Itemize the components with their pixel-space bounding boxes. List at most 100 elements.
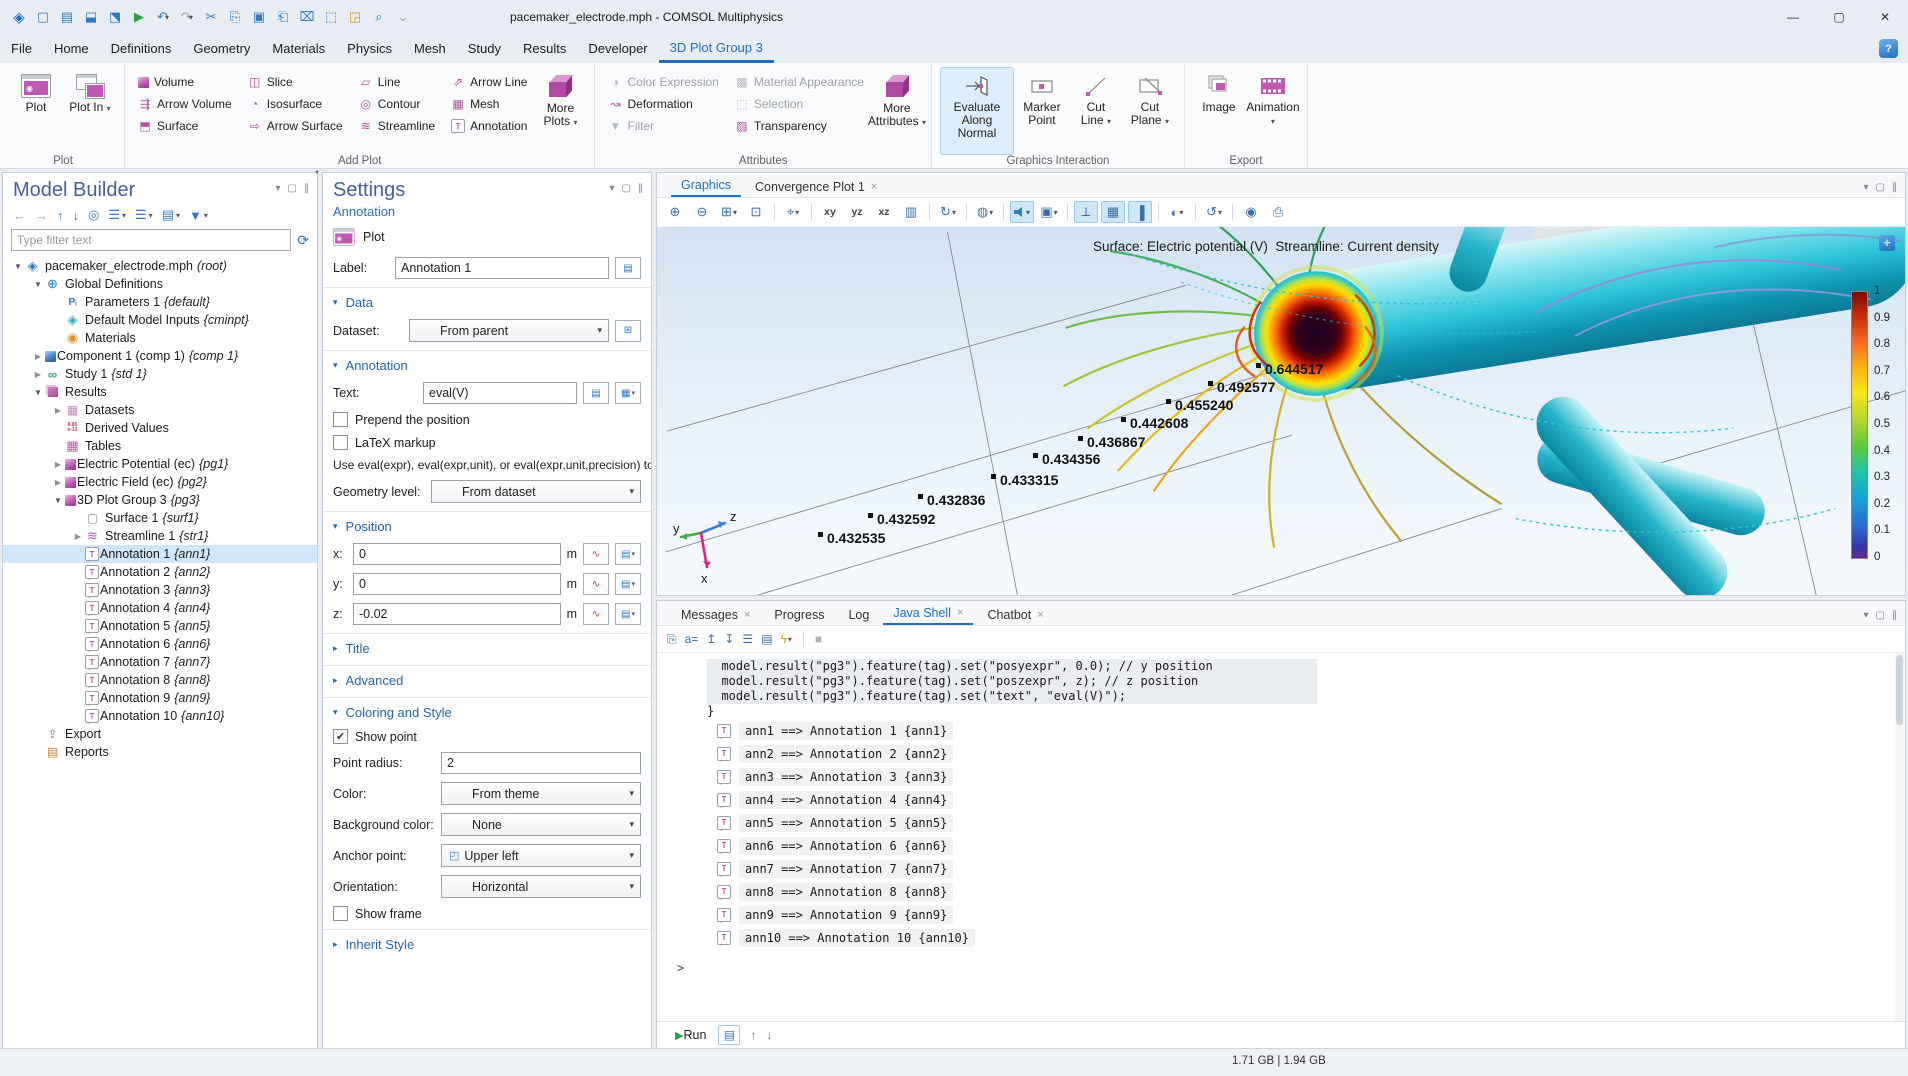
comsol-logo-icon[interactable]: ◈ [8, 5, 30, 29]
show-color-legend-button[interactable]: ▐ [1128, 201, 1152, 223]
deformation-button[interactable]: ↝Deformation [603, 93, 723, 115]
tree-filter-input[interactable] [11, 229, 291, 251]
tree-item-derived-values[interactable]: Derived Values [3, 419, 317, 437]
text-menu-button[interactable]: ▦▾ [615, 382, 641, 404]
console-tab-chatbot[interactable]: Chatbot× [977, 605, 1053, 625]
dataset-edit-button[interactable]: ⊞ [615, 320, 641, 342]
rotate-view-button[interactable]: ↻▾ [936, 201, 960, 223]
menu-physics[interactable]: Physics [336, 34, 403, 63]
y-range-button[interactable]: ∿ [583, 573, 609, 595]
evaluate-along-normal-button[interactable]: Evaluate Along Normal [940, 67, 1014, 155]
expand-icon[interactable]: ▶ [51, 478, 65, 487]
menu-home[interactable]: Home [43, 34, 100, 63]
show-grid-button[interactable]: ▦ [1101, 201, 1125, 223]
arrow-surface-button[interactable]: ⇨Arrow Surface [243, 115, 348, 137]
tree-item-default-model-inputs[interactable]: Default Model Inputs{cminpt} [3, 311, 317, 329]
volume-button[interactable]: Volume [133, 71, 237, 93]
collapse-icon[interactable]: ▼ [51, 496, 65, 505]
section-advanced[interactable]: ▸Advanced [323, 665, 651, 693]
go-forward-icon[interactable]: → [35, 208, 48, 223]
java-shell-console[interactable]: model.result("pg3").feature(tag).set("po… [657, 653, 1905, 1021]
qat-overflow-icon[interactable]: ⌄ [392, 5, 414, 29]
tree-item-annotation-2[interactable]: Annotation 2{ann2} [3, 563, 317, 581]
show-assignments-icon[interactable]: a= [685, 632, 699, 646]
x-input[interactable] [353, 543, 561, 565]
close-icon[interactable]: × [957, 607, 963, 619]
mesh-button[interactable]: ▦Mesh [446, 93, 532, 115]
console-tab-java-shell[interactable]: Java Shell× [883, 603, 973, 625]
go-to-xy-view-button[interactable]: xy [818, 201, 842, 223]
plot-button[interactable]: ◉ Plot [10, 67, 62, 155]
refresh-icon[interactable]: ⟳ [297, 232, 309, 249]
expand-icon[interactable]: ▶ [71, 532, 85, 541]
section-data[interactable]: ▾Data [323, 287, 651, 315]
tree-item-component-1-comp-1[interactable]: ▶Component 1 (comp 1){comp 1} [3, 347, 317, 365]
run-script-icon[interactable]: ϟ▾ [781, 632, 792, 646]
section-coloring-and-style[interactable]: ▾Coloring and Style [323, 697, 651, 725]
copy-output-icon[interactable]: ⎘ [667, 632, 677, 647]
menu-geometry[interactable]: Geometry [182, 34, 261, 63]
expand-icon[interactable]: ▶ [31, 370, 45, 379]
cut-icon[interactable]: ✂ [200, 5, 222, 29]
tree-item-annotation-4[interactable]: Annotation 4{ann4} [3, 599, 317, 617]
tree-item-annotation-1[interactable]: Annotation 1{ann1} [3, 545, 317, 563]
run-button[interactable]: ▶ Run [675, 1028, 706, 1042]
z-input[interactable] [353, 603, 561, 625]
save-icon[interactable]: ⬓ [80, 5, 102, 29]
tree-item-global-definitions[interactable]: ▼Global Definitions [3, 275, 317, 293]
line-button[interactable]: ▱Line [354, 71, 440, 93]
go-back-icon[interactable]: ← [13, 208, 26, 223]
tree-item-study-1[interactable]: ▶Study 1{std 1} [3, 365, 317, 383]
arrow-volume-button[interactable]: ⇶Arrow Volume [133, 93, 237, 115]
transparency-button[interactable]: ▨Transparency [730, 115, 869, 137]
select-box-icon[interactable]: ⬚ [320, 5, 342, 29]
scroll-to-top-icon[interactable]: ↥ [706, 632, 716, 646]
tree-item-annotation-5[interactable]: Annotation 5{ann5} [3, 617, 317, 635]
command-prompt-button[interactable]: ▤ [718, 1025, 740, 1045]
tree-item-annotation-9[interactable]: Annotation 9{ann9} [3, 689, 317, 707]
sound-button[interactable]: ▾ [1010, 201, 1034, 223]
slice-button[interactable]: ◫Slice [243, 71, 348, 93]
graphics-tab-graphics[interactable]: Graphics [671, 175, 741, 197]
rename-button[interactable]: ▤ [615, 257, 641, 279]
panel-menu-icon[interactable]: ▾ [1864, 182, 1869, 193]
section-title[interactable]: ▸Title [323, 633, 651, 661]
go-to-default-view-button[interactable]: ⌖▾ [781, 201, 805, 223]
more-attributes-button[interactable]: More Attributes ▾ [871, 67, 923, 155]
streamline-button[interactable]: ≋Streamline [354, 115, 440, 137]
go-to-xz-view-button[interactable]: xz [872, 201, 896, 223]
go-to-yz-view-button[interactable]: yz [845, 201, 869, 223]
stop-icon[interactable]: ■ [815, 632, 822, 646]
pin-panel-icon[interactable]: ∥ [638, 183, 643, 194]
menu-results[interactable]: Results [512, 34, 577, 63]
marker-point-button[interactable]: Marker Point [1016, 67, 1068, 155]
zoom-select-icon[interactable]: ◲ [344, 5, 366, 29]
expand-all-icon[interactable]: ☰▾ [135, 207, 153, 223]
tree-item-annotation-6[interactable]: Annotation 6{ann6} [3, 635, 317, 653]
save-as-icon[interactable]: ⬔ [104, 5, 126, 29]
view-camera-button[interactable]: ▥ [899, 201, 923, 223]
collapse-icon[interactable]: ▼ [31, 388, 45, 397]
shell-prompt[interactable]: > [677, 961, 1905, 975]
dataset-dropdown[interactable]: From parent [409, 319, 609, 342]
find-icon[interactable]: ⌕ [368, 5, 390, 29]
latex-markup-checkbox[interactable]: LaTeX markup [323, 431, 651, 454]
image-export-button[interactable]: Image [1193, 67, 1245, 155]
tree-item-surface-1[interactable]: Surface 1{surf1} [3, 509, 317, 527]
graphics-tab-convergence-plot-1[interactable]: Convergence Plot 1× [745, 177, 887, 197]
tree-item-annotation-3[interactable]: Annotation 3{ann3} [3, 581, 317, 599]
tree-item-export[interactable]: Export [3, 725, 317, 743]
new-file-icon[interactable]: ▢ [32, 5, 54, 29]
tree-item-annotation-7[interactable]: Annotation 7{ann7} [3, 653, 317, 671]
console-scrollbar[interactable] [1895, 653, 1904, 1021]
close-icon[interactable]: × [871, 181, 877, 193]
menu-study[interactable]: Study [457, 34, 512, 63]
orientation-dropdown[interactable]: Horizontal [441, 875, 641, 898]
open-file-icon[interactable]: ▤ [56, 5, 78, 29]
help-icon[interactable]: ? [1879, 39, 1898, 58]
move-up-icon[interactable]: ↑ [57, 208, 64, 223]
more-plots-button[interactable]: More Plots ▾ [534, 67, 586, 155]
tree-item-results[interactable]: ▼Results [3, 383, 317, 401]
show-frame-checkbox[interactable]: Show frame [323, 902, 651, 925]
menu-mesh[interactable]: Mesh [403, 34, 457, 63]
